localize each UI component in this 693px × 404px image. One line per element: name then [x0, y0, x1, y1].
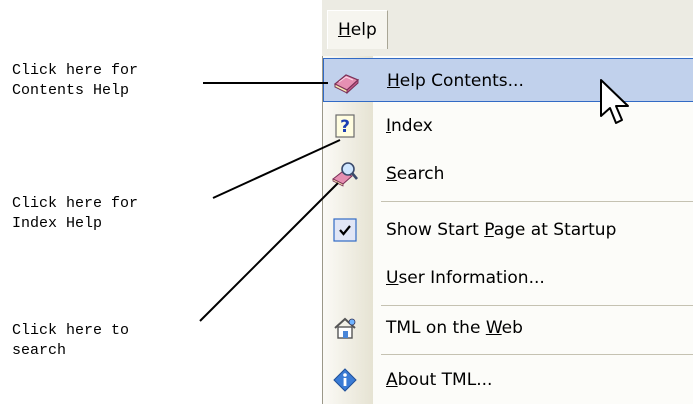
menu-item-label: About TML... [386, 370, 493, 390]
svg-text:?: ? [340, 117, 350, 137]
home-web-icon [334, 317, 356, 339]
menu-item-label: User Information... [386, 268, 545, 288]
help-menu-title[interactable]: Help [327, 10, 388, 49]
callout-search: Click here to search [12, 322, 130, 359]
menu-separator [381, 201, 693, 202]
help-book-icon [333, 74, 360, 95]
help-menu-mnemonic: H [338, 20, 351, 40]
menu-item-label: Help Contents... [387, 71, 524, 91]
menu-item-show-start-page[interactable]: Show Start Page at Startup [323, 208, 693, 252]
menu-item-label: Show Start Page at Startup [386, 220, 617, 240]
help-dropdown-menu: Help Contents... ? Index Search Show Sta… [322, 56, 693, 404]
question-mark-icon: ? [335, 114, 355, 138]
help-menu-title-rest: elp [350, 20, 377, 40]
menu-item-search[interactable]: Search [323, 152, 693, 196]
callout-contents-help: Click here for Contents Help [12, 62, 139, 99]
leader-line-index [212, 139, 341, 199]
callout-index-help: Click here for Index Help [12, 195, 139, 232]
mouse-pointer-icon [600, 79, 629, 124]
leader-line-search [199, 182, 339, 322]
menu-item-index[interactable]: ? Index [323, 104, 693, 148]
menu-item-help-contents[interactable]: Help Contents... [323, 58, 693, 102]
menu-item-label: Index [386, 116, 433, 136]
menu-item-label: Search [386, 164, 445, 184]
menu-item-about-tml[interactable]: About TML... [323, 358, 693, 402]
search-magnifier-icon [332, 162, 358, 187]
info-icon [333, 368, 357, 392]
menu-item-user-information[interactable]: User Information... [323, 256, 693, 300]
menu-item-tml-on-web[interactable]: TML on the Web [323, 306, 693, 350]
checkmark-icon [333, 218, 357, 242]
menu-item-label: TML on the Web [386, 318, 523, 338]
menu-separator [381, 354, 693, 355]
